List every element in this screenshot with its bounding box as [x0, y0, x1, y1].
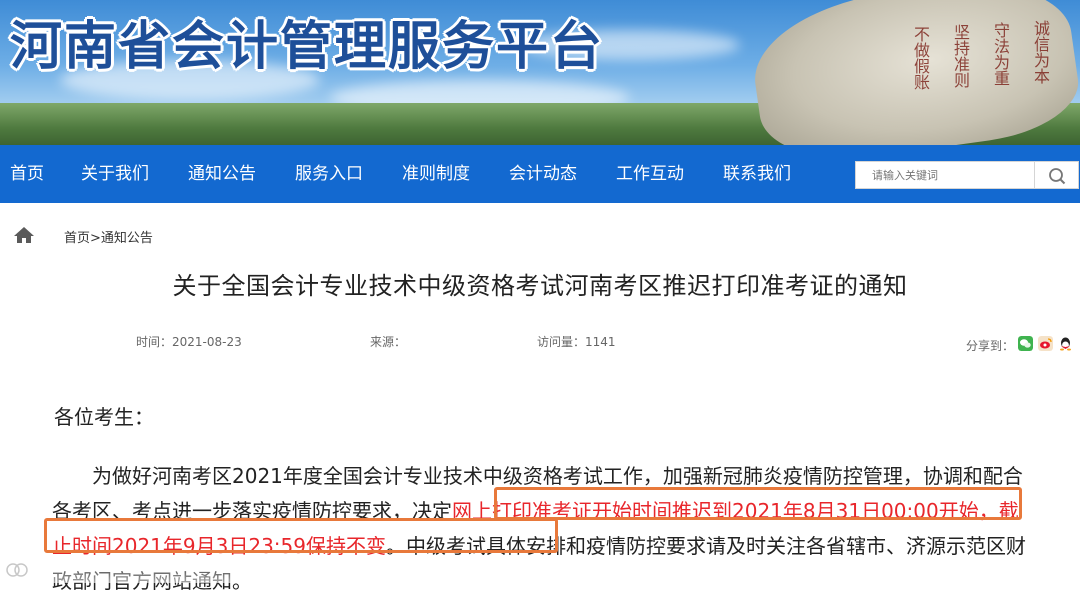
nav-item-notices[interactable]: 通知公告	[188, 145, 256, 203]
site-title: 河南省会计管理服务平台	[10, 17, 605, 77]
share-label: 分享到：	[966, 339, 1015, 353]
rock-carving-4: 不做假账	[911, 26, 930, 90]
home-icon[interactable]	[13, 226, 35, 244]
nav-item-news[interactable]: 会计动态	[509, 145, 577, 203]
article-title: 关于全国会计专业技术中级资格考试河南考区推迟打印准考证的通知	[172, 272, 908, 300]
watermark-icon	[6, 563, 28, 577]
article-source: 来源：	[370, 335, 407, 349]
nav-item-contact[interactable]: 联系我们	[723, 145, 791, 203]
article-greeting: 各位考生：	[54, 405, 154, 429]
article-views: 访问量：1141	[537, 335, 616, 349]
article-date: 时间：2021-08-23	[136, 335, 242, 349]
nav-item-home[interactable]: 首页	[10, 145, 44, 203]
search-input[interactable]	[856, 162, 1037, 188]
rock-carving-1: 诚信为本	[1031, 20, 1050, 84]
nav-item-services[interactable]: 服务入口	[295, 145, 363, 203]
search-button[interactable]	[1035, 161, 1079, 189]
search-field	[855, 161, 1037, 189]
highlight-box-line2	[44, 518, 558, 553]
highlight-box-line1	[494, 487, 1022, 520]
bottom-fade	[0, 560, 1080, 583]
qq-share-icon[interactable]	[1058, 336, 1073, 351]
weibo-share-icon[interactable]	[1038, 336, 1053, 351]
rock-carving-2: 守法为重	[991, 22, 1010, 86]
site-banner: 诚信为本 守法为重 坚持准则 不做假账 河南省会计管理服务平台	[0, 0, 1080, 145]
search-icon	[1049, 168, 1066, 185]
nav-item-interaction[interactable]: 工作互动	[616, 145, 684, 203]
breadcrumb[interactable]: 首页>通知公告	[64, 227, 153, 246]
wechat-share-icon[interactable]	[1018, 336, 1033, 351]
nav-item-standards[interactable]: 准则制度	[402, 145, 470, 203]
nav-item-about[interactable]: 关于我们	[81, 145, 149, 203]
rock-carving-3: 坚持准则	[951, 24, 970, 88]
